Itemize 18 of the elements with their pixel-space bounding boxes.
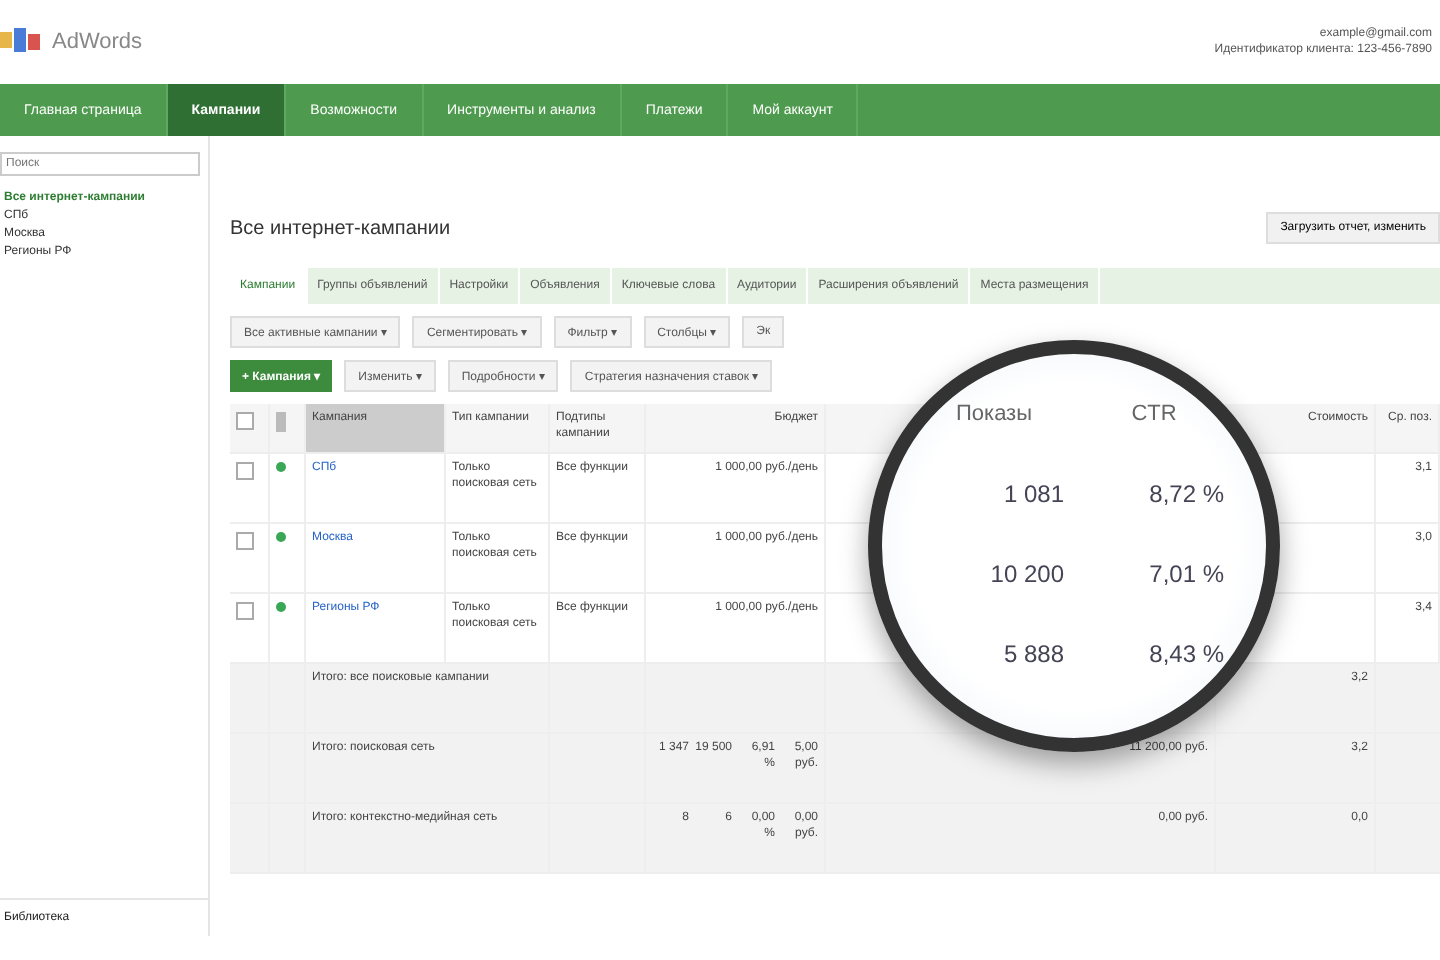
magnified-header: CTR: [1129, 402, 1179, 426]
checkbox[interactable]: [236, 602, 254, 620]
magnified-value: 8,43 %: [1147, 640, 1224, 668]
magnified-value: 1 081: [1001, 480, 1064, 508]
magnified-value: 7,01 %: [1147, 560, 1224, 588]
page-title: Все интернет-кампании: [230, 217, 451, 239]
checkbox[interactable]: [236, 532, 254, 550]
magnified-header: Показы: [953, 402, 1035, 426]
status-dot[interactable]: [276, 602, 286, 612]
magnified-value: 10 200: [988, 560, 1064, 588]
logo-icon: [0, 26, 44, 58]
magnified-value: 5 888: [1001, 640, 1064, 668]
checkbox[interactable]: [236, 462, 254, 480]
checkbox[interactable]: [236, 412, 254, 430]
magnified-value: 8,72 %: [1147, 480, 1224, 508]
status-dot[interactable]: [276, 462, 286, 472]
status-dot[interactable]: [276, 532, 286, 542]
product-name: AdWords: [52, 30, 143, 54]
